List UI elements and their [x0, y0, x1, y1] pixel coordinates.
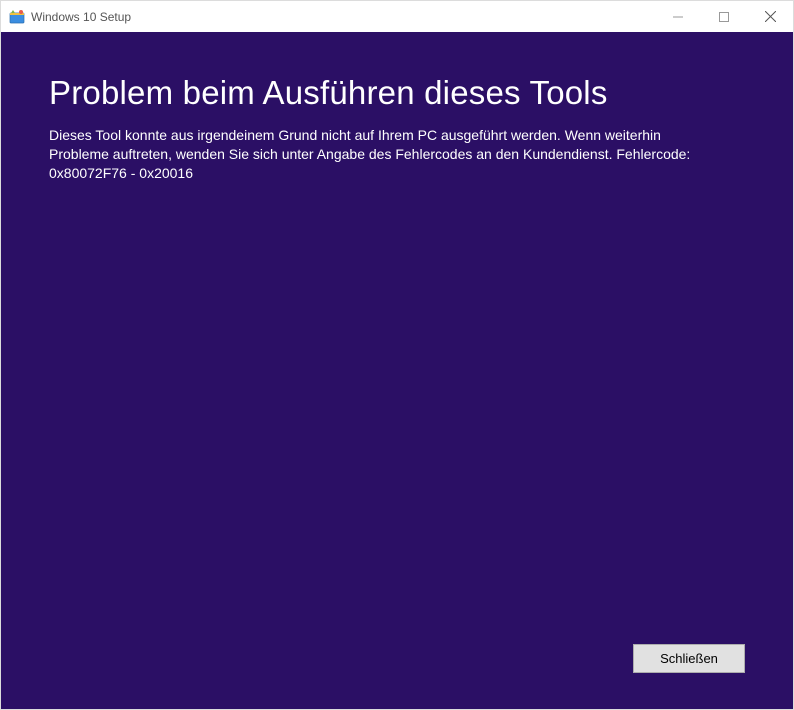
titlebar: Windows 10 Setup [1, 1, 793, 32]
maximize-button[interactable] [701, 1, 747, 32]
content-area: Problem beim Ausführen dieses Tools Dies… [1, 32, 793, 709]
window-controls [655, 1, 793, 32]
close-window-button[interactable] [747, 1, 793, 32]
minimize-button[interactable] [655, 1, 701, 32]
error-body-text: Dieses Tool konnte aus irgendeinem Grund… [49, 126, 709, 183]
close-button[interactable]: Schließen [633, 644, 745, 673]
app-icon [9, 9, 25, 25]
footer: Schließen [49, 644, 745, 685]
window-title: Windows 10 Setup [31, 10, 655, 24]
error-heading: Problem beim Ausführen dieses Tools [49, 74, 745, 112]
setup-window: Windows 10 Setup Problem beim Ausführen … [0, 0, 794, 710]
